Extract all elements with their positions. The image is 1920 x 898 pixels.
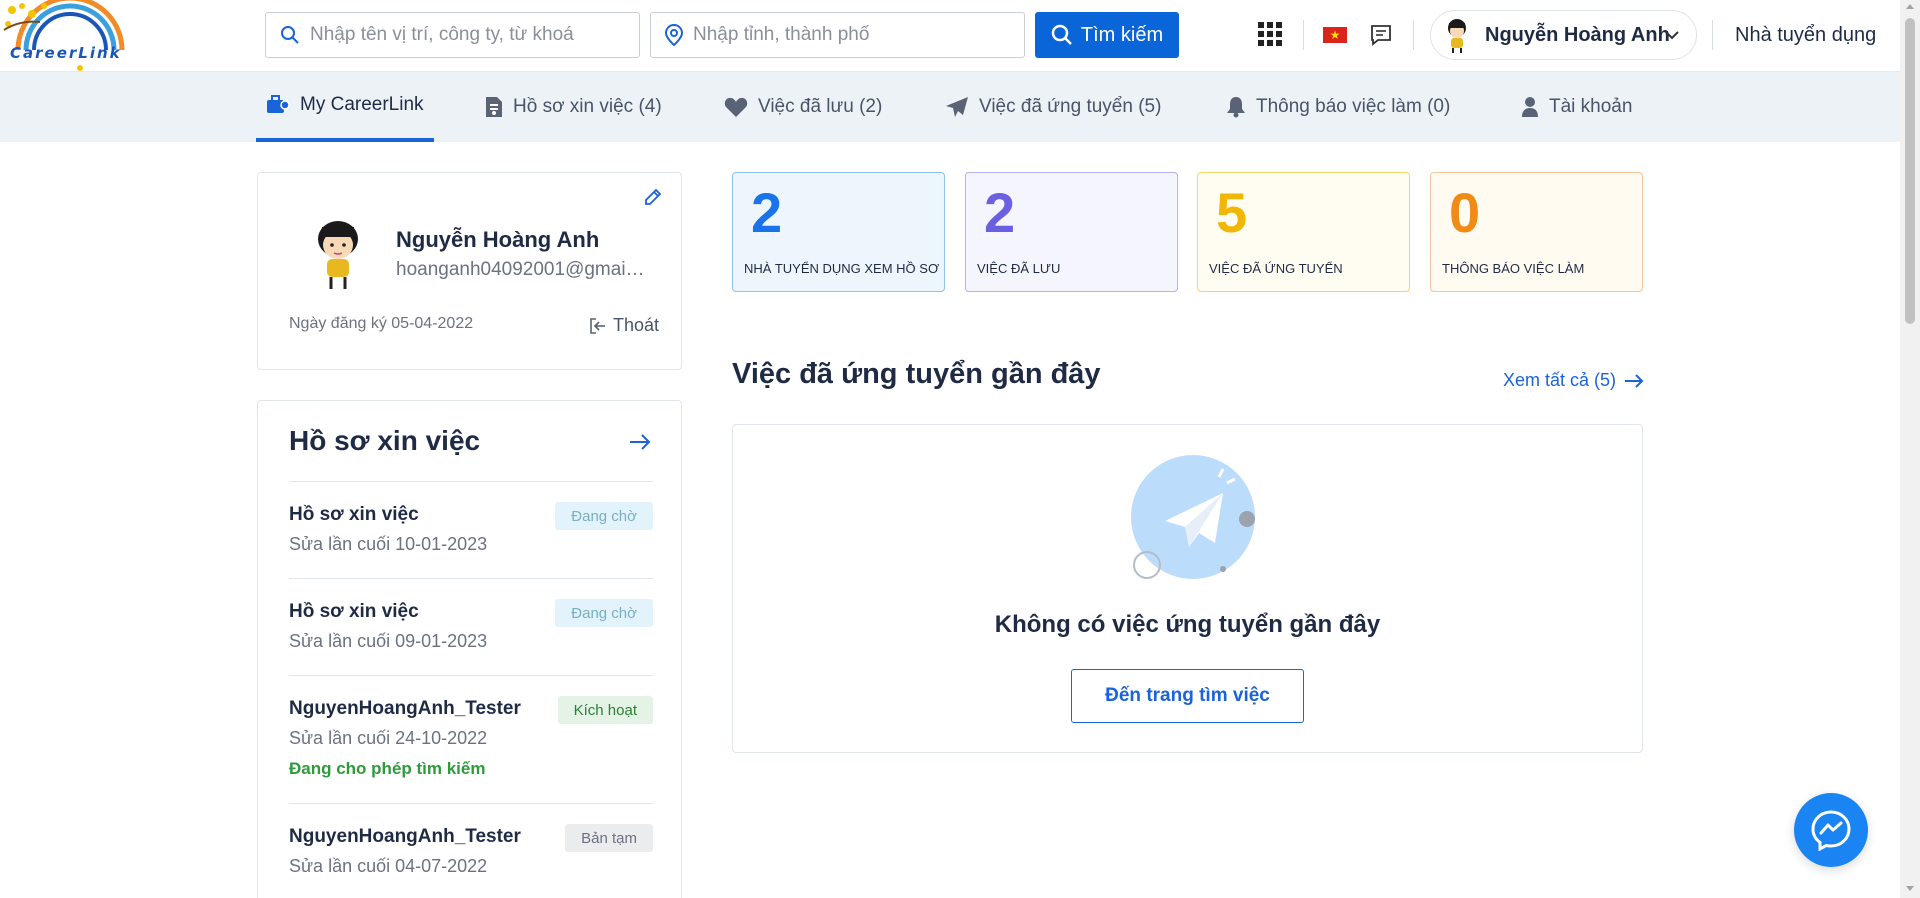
stat-label: VIỆC ĐÃ ỨNG TUYỂN	[1209, 261, 1343, 276]
stat-label: NHÀ TUYỂN DỤNG XEM HỒ SƠ	[744, 261, 940, 276]
apps-grid-icon[interactable]	[1258, 22, 1282, 46]
arrow-right-icon	[1625, 373, 1644, 388]
message-icon[interactable]	[1370, 24, 1392, 51]
status-badge: Đang chờ	[555, 502, 653, 530]
user-name: Nguyễn Hoàng Anh	[1485, 23, 1670, 46]
goto-job-search-button[interactable]: Đến trang tìm việc	[1071, 669, 1304, 723]
stat-value: 0	[1449, 181, 1481, 244]
careerlink-logo[interactable]: CareerLink	[0, 0, 130, 72]
page: CareerLink Tìm kiếm ★	[0, 0, 1920, 898]
resume-name: NguyenHoangAnh_Tester	[289, 698, 521, 719]
top-header: CareerLink Tìm kiếm ★	[0, 0, 1900, 72]
heart-icon	[724, 97, 748, 117]
see-all-link[interactable]: Xem tất cả (5)	[1503, 370, 1644, 391]
location-search-input[interactable]	[693, 24, 1024, 46]
chevron-down-icon	[1665, 31, 1679, 40]
divider	[1303, 20, 1304, 50]
keyword-search-box[interactable]	[265, 12, 640, 58]
resume-name: Hồ sơ xin việc	[289, 504, 419, 525]
scroll-up-arrow-icon[interactable]	[1906, 4, 1914, 9]
paper-plane-icon	[946, 97, 968, 117]
resume-item[interactable]: Hồ sơ xin việc Sửa lần cuối 10-01-2023 Đ…	[289, 481, 653, 578]
nav-my-careerlink[interactable]: My CareerLink	[256, 72, 434, 142]
edit-pencil-icon[interactable]	[643, 187, 663, 207]
resume-item[interactable]: NguyenHoangAnh_Tester Sửa lần cuối 24-10…	[289, 675, 653, 803]
profile-name: Nguyễn Hoàng Anh	[396, 227, 600, 252]
messenger-icon	[1811, 810, 1851, 851]
stat-label: THÔNG BÁO VIỆC LÀM	[1442, 261, 1585, 276]
resume-item[interactable]: Hồ sơ xin việc Sửa lần cuối 09-01-2023 Đ…	[289, 578, 653, 675]
profile-email: hoanganh04092001@gmail.com	[396, 259, 646, 280]
resume-card: Hồ sơ xin việc Hồ sơ xin việc Sửa lần cu…	[257, 400, 682, 898]
nav-job-alerts[interactable]: Thông báo việc làm (0)	[1226, 72, 1450, 142]
logout-icon	[590, 317, 605, 334]
search-icon	[281, 26, 299, 44]
logout-label: Thoát	[612, 315, 659, 335]
nav-saved-jobs[interactable]: Việc đã lưu (2)	[724, 72, 882, 142]
nav-applied-jobs[interactable]: Việc đã ứng tuyển (5)	[945, 72, 1161, 142]
resume-item[interactable]: NguyenHoangAnh_Tester Sửa lần cuối 04-07…	[289, 803, 653, 898]
resume-date: Sửa lần cuối 09-01-2023	[289, 631, 488, 651]
stat-employer-views[interactable]: 2 NHÀ TUYỂN DỤNG XEM HỒ SƠ	[732, 172, 945, 292]
user-icon	[1522, 97, 1538, 117]
stat-value: 2	[984, 181, 1016, 244]
nav-label: Việc đã ứng tuyển (5)	[979, 96, 1162, 117]
main-nav: My CareerLink Hồ sơ xin việc (4) Việc đã…	[0, 72, 1900, 142]
scroll-down-arrow-icon[interactable]	[1906, 886, 1914, 891]
resume-name: NguyenHoangAnh_Tester	[289, 826, 521, 847]
search-button-label: Tìm kiếm	[1080, 23, 1164, 46]
document-icon	[486, 97, 502, 117]
nav-account[interactable]: Tài khoản	[1521, 72, 1632, 142]
employer-link[interactable]: Nhà tuyển dụng	[1735, 24, 1876, 47]
messenger-chat-button[interactable]	[1794, 793, 1868, 867]
logout-button[interactable]: Thoát	[589, 315, 659, 336]
nav-resumes[interactable]: Hồ sơ xin việc (4)	[485, 72, 662, 142]
nav-label: Thông báo việc làm (0)	[1256, 96, 1451, 117]
status-badge: Đang chờ	[555, 599, 653, 627]
avatar	[318, 221, 358, 289]
resume-date: Sửa lần cuối 10-01-2023	[289, 534, 488, 554]
keyword-search-input[interactable]	[310, 24, 639, 46]
search-button[interactable]: Tìm kiếm	[1035, 12, 1179, 58]
avatar	[1448, 19, 1466, 53]
user-menu[interactable]: Nguyễn Hoàng Anh	[1430, 10, 1697, 60]
searchable-status: Đang cho phép tìm kiếm	[289, 759, 486, 778]
nav-label: Tài khoản	[1549, 96, 1633, 117]
recent-applied-card: Không có việc ứng tuyển gần đây Đến tran…	[732, 424, 1643, 753]
registration-date: Ngày đăng ký 05-04-2022	[289, 315, 474, 332]
empty-state-text: Không có việc ứng tuyển gần đây	[994, 611, 1381, 638]
vietnam-flag-icon[interactable]: ★	[1323, 27, 1347, 43]
see-all-label: Xem tất cả (5)	[1503, 370, 1617, 390]
nav-label: Việc đã lưu (2)	[758, 96, 883, 117]
bell-icon	[1227, 97, 1245, 118]
paper-plane-illustration-icon	[1131, 455, 1255, 579]
search-icon	[1051, 24, 1072, 45]
divider	[1413, 20, 1414, 50]
profile-card: Nguyễn Hoàng Anh hoanganh04092001@gmail.…	[257, 172, 682, 370]
logo-text: CareerLink	[10, 44, 122, 62]
resume-list: Hồ sơ xin việc Sửa lần cuối 10-01-2023 Đ…	[289, 481, 653, 898]
stat-applied-jobs[interactable]: 5 VIỆC ĐÃ ỨNG TUYỂN	[1197, 172, 1410, 292]
vertical-scrollbar[interactable]	[1900, 0, 1920, 898]
status-badge: Kích hoạt	[557, 696, 653, 724]
divider	[1712, 20, 1713, 50]
location-search-box[interactable]	[650, 12, 1025, 58]
nav-label: Hồ sơ xin việc (4)	[513, 96, 662, 117]
stat-label: VIỆC ĐÃ LƯU	[977, 261, 1061, 276]
stat-job-alerts[interactable]: 0 THÔNG BÁO VIỆC LÀM	[1430, 172, 1643, 292]
scroll-thumb[interactable]	[1905, 18, 1915, 324]
resume-date: Sửa lần cuối 24-10-2022	[289, 728, 488, 748]
briefcase-user-icon	[267, 95, 290, 113]
stat-value: 2	[751, 181, 783, 244]
resume-date: Sửa lần cuối 04-07-2022	[289, 856, 488, 876]
stat-saved-jobs[interactable]: 2 VIỆC ĐÃ LƯU	[965, 172, 1178, 292]
status-badge: Bản tạm	[565, 824, 653, 852]
stat-value: 5	[1216, 181, 1248, 244]
location-pin-icon	[665, 24, 683, 46]
arrow-right-icon[interactable]	[629, 433, 651, 451]
nav-label: My CareerLink	[300, 94, 424, 115]
resume-name: Hồ sơ xin việc	[289, 601, 419, 622]
recent-applied-title: Việc đã ứng tuyển gần đây	[732, 358, 1101, 390]
resume-section-title: Hồ sơ xin việc	[289, 425, 481, 456]
